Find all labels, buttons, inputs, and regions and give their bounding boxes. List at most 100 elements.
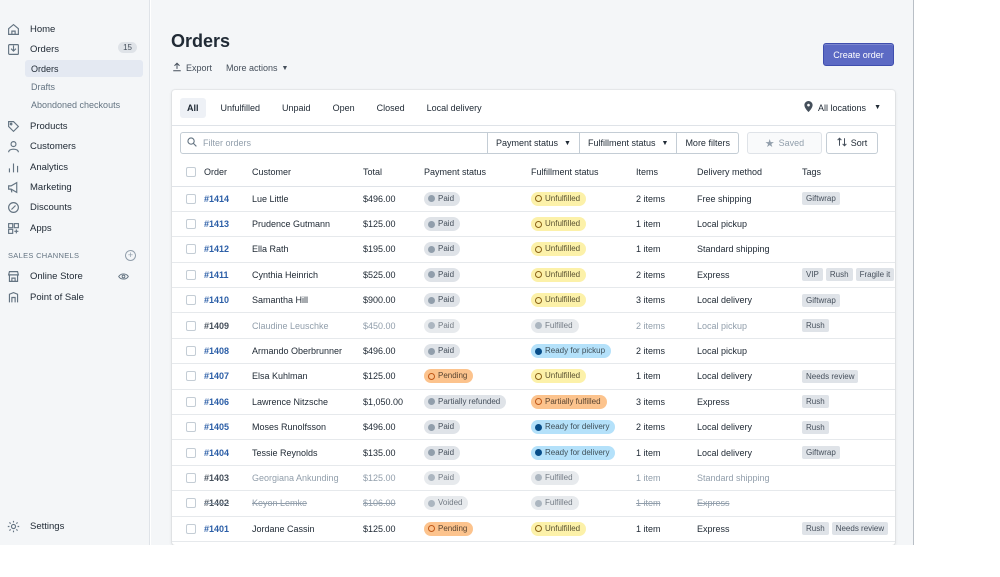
order-tag[interactable]: VIP	[802, 268, 823, 282]
order-number-link[interactable]: #1412	[204, 244, 229, 254]
payment-status-badge: Paid	[424, 242, 461, 257]
order-number-link[interactable]: #1404	[204, 448, 229, 458]
nav-orders[interactable]: Orders 15	[6, 40, 143, 58]
tab-open[interactable]: Open	[326, 98, 362, 118]
order-number-link[interactable]: #1402	[204, 498, 229, 508]
create-order-button[interactable]: Create order	[823, 43, 894, 66]
order-tag[interactable]: Rush	[802, 420, 829, 434]
more-actions-button[interactable]: More actions ▼	[226, 62, 288, 74]
filter-orders-input[interactable]: Filter orders	[180, 132, 488, 154]
row-checkbox[interactable]	[186, 523, 196, 534]
table-row[interactable]: #1403 Georgiana Ankunding $125.00 Paid Fulfi…	[172, 465, 895, 492]
order-tag[interactable]: Giftwrap	[802, 192, 840, 206]
add-channel-icon[interactable]: +	[125, 250, 136, 261]
row-checkbox[interactable]	[186, 472, 196, 483]
export-button[interactable]: Export	[172, 62, 212, 74]
subnav-abandoned-checkouts[interactable]: Abondoned checkouts	[25, 96, 143, 113]
order-number-link[interactable]: #1403	[204, 473, 229, 483]
order-tag[interactable]: Rush	[802, 395, 829, 409]
table-row[interactable]: #1414 Lue Little $496.00 Paid Unfulfilled 2 i…	[172, 186, 895, 212]
nav-online-store[interactable]: Online Store	[6, 267, 143, 285]
order-number-link[interactable]: #1410	[204, 295, 229, 305]
column-header[interactable]: Customer	[252, 158, 363, 187]
table-row[interactable]: #1413 Prudence Gutmann $125.00 Paid Unfulfil…	[172, 211, 895, 238]
tab-all[interactable]: All	[180, 97, 206, 118]
column-header[interactable]: Payment status	[424, 158, 531, 187]
nav-home[interactable]: Home	[6, 20, 143, 38]
tab-unfulfilled[interactable]: Unfulfilled	[214, 98, 268, 118]
tab-unpaid[interactable]: Unpaid	[275, 98, 318, 118]
tags-cell	[802, 465, 895, 492]
row-checkbox[interactable]	[186, 244, 196, 255]
table-row[interactable]: #1402 Keyon Lemke $106.00 Voided Fulfilled 1 …	[172, 490, 895, 517]
table-row[interactable]: #1407 Elsa Kuhlman $125.00 Pending Unfulfill…	[172, 363, 895, 390]
row-checkbox[interactable]	[186, 193, 196, 204]
table-row[interactable]: #1401 Jordane Cassin $125.00 Pending Unfulfi…	[172, 516, 895, 542]
tab-local-delivery[interactable]: Local delivery	[420, 98, 489, 118]
row-checkbox[interactable]	[186, 498, 196, 509]
order-number-link[interactable]: #1414	[204, 194, 229, 204]
table-row[interactable]: #1406 Lawrence Nitzsche $1,050.00 Partially…	[172, 389, 895, 416]
order-tag[interactable]: Fragile it	[855, 268, 895, 282]
table-row[interactable]: #1410 Samantha Hill $900.00 Paid Unfulfilled…	[172, 287, 895, 314]
subnav-orders[interactable]: Orders	[25, 60, 143, 77]
payment-status-filter[interactable]: Payment status ▼	[488, 132, 580, 154]
order-tag[interactable]: Rush	[802, 522, 829, 536]
nav-settings[interactable]: Settings	[6, 517, 143, 535]
nav-customers[interactable]: Customers	[6, 137, 143, 155]
order-tag[interactable]: Giftwrap	[802, 293, 840, 307]
row-checkbox[interactable]	[186, 320, 196, 331]
order-tag[interactable]: Needs review	[831, 522, 889, 536]
nav-marketing[interactable]: Marketing	[6, 178, 143, 196]
order-number-link[interactable]: #1411	[204, 270, 229, 280]
order-tag[interactable]: Needs review	[802, 369, 859, 383]
row-select-cell	[172, 338, 204, 365]
order-tag[interactable]: Giftwrap	[802, 446, 840, 460]
nav-point-of-sale[interactable]: Point of Sale	[6, 288, 143, 306]
order-number-link[interactable]: #1408	[204, 346, 229, 356]
row-checkbox[interactable]	[186, 422, 196, 433]
column-header[interactable]: Fulfillment status	[531, 158, 636, 187]
order-number-link[interactable]: #1407	[204, 371, 229, 381]
table-row[interactable]: #1405 Moses Runolfsson $496.00 Paid Ready fo…	[172, 414, 895, 441]
order-number-link[interactable]: #1406	[204, 397, 229, 407]
row-checkbox[interactable]	[186, 295, 196, 306]
nav-apps[interactable]: Apps	[6, 219, 143, 237]
subnav-drafts[interactable]: Drafts	[25, 78, 143, 95]
row-checkbox[interactable]	[186, 346, 196, 357]
column-header[interactable]: Tags	[802, 158, 895, 187]
column-header[interactable]: Order	[204, 158, 252, 187]
table-row[interactable]: #1412 Ella Rath $195.00 Paid Unfulfilled 1 it…	[172, 236, 895, 263]
order-tag[interactable]: Rush	[802, 319, 829, 333]
sort-button[interactable]: Sort	[825, 132, 878, 154]
select-all-checkbox[interactable]	[186, 166, 196, 177]
order-number-link[interactable]: #1413	[204, 219, 229, 229]
table-row[interactable]: #1408 Armando Oberbrunner $496.00 Paid Ready…	[172, 338, 895, 365]
column-header[interactable]: Delivery method	[697, 158, 802, 187]
eye-icon[interactable]	[118, 271, 129, 282]
row-checkbox[interactable]	[186, 269, 196, 280]
order-number-link[interactable]: #1401	[204, 524, 229, 534]
column-header[interactable]: Total	[363, 158, 424, 187]
status-dot-icon	[535, 525, 542, 533]
order-number-link[interactable]: #1405	[204, 422, 229, 432]
nav-discounts[interactable]: Discounts	[6, 198, 143, 216]
order-tag[interactable]: Rush	[825, 268, 853, 282]
saved-button[interactable]: ★ Saved	[746, 132, 822, 154]
locations-selector[interactable]: All locations ▼	[804, 101, 881, 114]
more-filters-button[interactable]: More filters	[677, 132, 739, 154]
tab-closed[interactable]: Closed	[370, 98, 412, 118]
row-checkbox[interactable]	[186, 447, 196, 458]
status-dot-icon	[428, 525, 435, 533]
fulfillment-status-filter[interactable]: Fulfillment status ▼	[579, 132, 678, 154]
order-number-link[interactable]: #1409	[204, 321, 229, 331]
row-checkbox[interactable]	[186, 396, 196, 407]
row-checkbox[interactable]	[186, 219, 196, 230]
nav-analytics[interactable]: Analytics	[6, 158, 143, 176]
column-header[interactable]: Items	[636, 158, 697, 187]
nav-products[interactable]: Products	[6, 117, 143, 135]
row-checkbox[interactable]	[186, 371, 196, 382]
table-row[interactable]: #1411 Cynthia Heinrich $525.00 Paid Unfulfil…	[172, 262, 895, 289]
table-row[interactable]: #1404 Tessie Reynolds $135.00 Paid Ready for…	[172, 439, 895, 466]
table-row[interactable]: #1409 Claudine Leuschke $450.00 Paid Fulfill…	[172, 312, 895, 339]
